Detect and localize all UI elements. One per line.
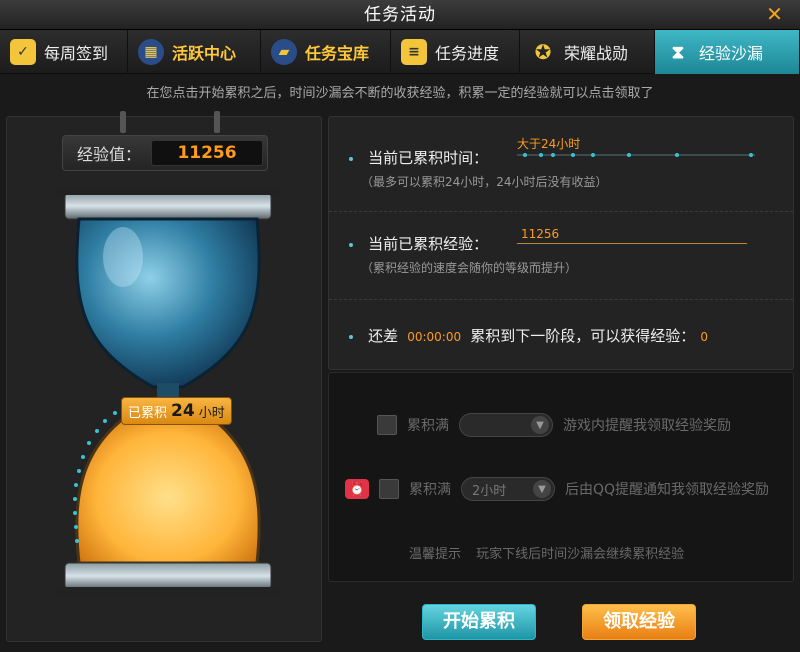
calendar-check-icon: ✓: [10, 39, 36, 65]
tab-label: 每周签到: [44, 44, 109, 63]
option-2-select-value: 2小时: [472, 483, 507, 499]
claim-exp-button[interactable]: 领取经验: [582, 604, 696, 640]
progress-icon: ≡: [401, 39, 427, 65]
tab-label: 任务进度: [435, 44, 500, 63]
tab-task-treasury[interactable]: ▰ 任务宝库: [261, 30, 391, 74]
hourglass-panel: 经验值： 11256 已累积 24 小时: [6, 111, 322, 642]
hanger-left: [120, 111, 126, 133]
tab-exp-hourglass[interactable]: ⧗ 经验沙漏: [655, 30, 800, 74]
option-1-prefix: 累积满: [407, 418, 449, 434]
tab-label: 荣耀战勋: [564, 44, 629, 63]
time-note: （最多可以累积24小时，24小时后没有收益）: [361, 175, 608, 189]
option-1-select[interactable]: ▼: [459, 413, 553, 437]
medal-icon: ✪: [534, 40, 552, 64]
bullet-icon: [349, 334, 353, 339]
folder-icon: ▰: [271, 39, 297, 65]
exp-accum-value: 11256: [521, 227, 560, 241]
bullet-icon: [349, 156, 353, 161]
divider: [329, 211, 793, 212]
tip-text: 玩家下线后时间沙漏会继续累积经验: [476, 547, 685, 562]
tab-bar: ✓ 每周签到 ▦ 活跃中心 ▰ 任务宝库 ≡ 任务进度 ✪ 荣耀战勋 ⧗ 经验沙…: [0, 30, 800, 74]
chevron-down-icon: ▼: [531, 416, 549, 434]
start-accumulate-button[interactable]: 开始累积: [422, 604, 536, 640]
option-row-1: 累积满 ▼ 游戏内提醒我领取经验奖励: [377, 413, 731, 437]
bullet-icon: [349, 242, 353, 247]
exp-display: 经验值： 11256: [62, 135, 268, 171]
instruction-text: 在您点击开始累积之后，时间沙漏会不断的收获经验，积累一定的经验就可以点击领取了: [146, 86, 654, 101]
next-stage-row: 还差 00:00:00 累积到下一阶段，可以获得经验： 0: [349, 325, 708, 346]
exp-track: [517, 243, 747, 244]
tab-label: 任务宝库: [305, 44, 370, 63]
next-time: 00:00:00: [407, 330, 462, 344]
next-exp: 0: [700, 330, 708, 344]
chevron-down-icon: ▼: [533, 480, 551, 498]
option-2-select[interactable]: 2小时 ▼: [461, 477, 555, 501]
close-icon: ✕: [766, 2, 784, 26]
window-title: 任务活动: [364, 5, 436, 25]
window-titlebar: 任务活动 ✕: [0, 0, 800, 30]
accumulated-badge: 已累积 24 小时: [121, 397, 232, 425]
badge-unit: 小时: [198, 405, 225, 421]
next-prefix: 还差: [368, 327, 399, 345]
exp-accum-label: 当前已累积经验：: [368, 235, 489, 253]
time-track-dots: [523, 153, 753, 157]
close-button[interactable]: ✕: [764, 3, 786, 25]
exp-label: 经验值：: [77, 145, 142, 164]
option-1-suffix: 游戏内提醒我领取经验奖励: [563, 418, 731, 434]
hanger-right: [214, 111, 220, 133]
status-panel: 当前已累积时间： 大于24小时 （最多可以累积24小时，24小时后没有收益） 当…: [328, 116, 794, 370]
tab-activity-center[interactable]: ▦ 活跃中心: [128, 30, 261, 74]
badge-value: 24: [171, 401, 195, 421]
hourglass-graphic: [57, 187, 279, 595]
option-2-checkbox[interactable]: [379, 479, 399, 499]
options-panel: 累积满 ▼ 游戏内提醒我领取经验奖励 ⏰ 累积满 2小时 ▼ 后由QQ提醒通知我…: [328, 372, 794, 582]
exp-row: 当前已累积经验：: [349, 233, 488, 254]
tab-honor-medal[interactable]: ✪ 荣耀战勋: [520, 30, 655, 74]
divider: [329, 299, 793, 300]
tip-label: 温馨提示: [409, 547, 462, 562]
exp-value: 11256: [151, 140, 264, 166]
alarm-clock-icon: ⏰: [345, 479, 369, 499]
calendar-icon: ▦: [138, 39, 164, 65]
option-2-suffix: 后由QQ提醒通知我领取经验奖励: [565, 482, 770, 498]
tab-label: 经验沙漏: [699, 44, 764, 63]
option-1-checkbox[interactable]: [377, 415, 397, 435]
time-label: 当前已累积时间：: [368, 149, 489, 167]
tab-task-progress[interactable]: ≡ 任务进度: [391, 30, 520, 74]
option-2-prefix: 累积满: [409, 482, 451, 498]
hourglass-icon: ⧗: [671, 41, 685, 63]
next-mid: 累积到下一阶段，可以获得经验：: [470, 327, 696, 345]
tab-label: 活跃中心: [172, 44, 237, 63]
time-row: 当前已累积时间：: [349, 147, 488, 168]
option-row-2: ⏰ 累积满 2小时 ▼ 后由QQ提醒通知我领取经验奖励: [345, 477, 769, 501]
badge-prefix: 已累积: [128, 405, 168, 421]
tab-weekly-signin[interactable]: ✓ 每周签到: [0, 30, 128, 74]
tip-row: 温馨提示 玩家下线后时间沙漏会继续累积经验: [409, 543, 684, 562]
exp-note: （累积经验的速度会随你的等级而提升）: [361, 261, 578, 275]
